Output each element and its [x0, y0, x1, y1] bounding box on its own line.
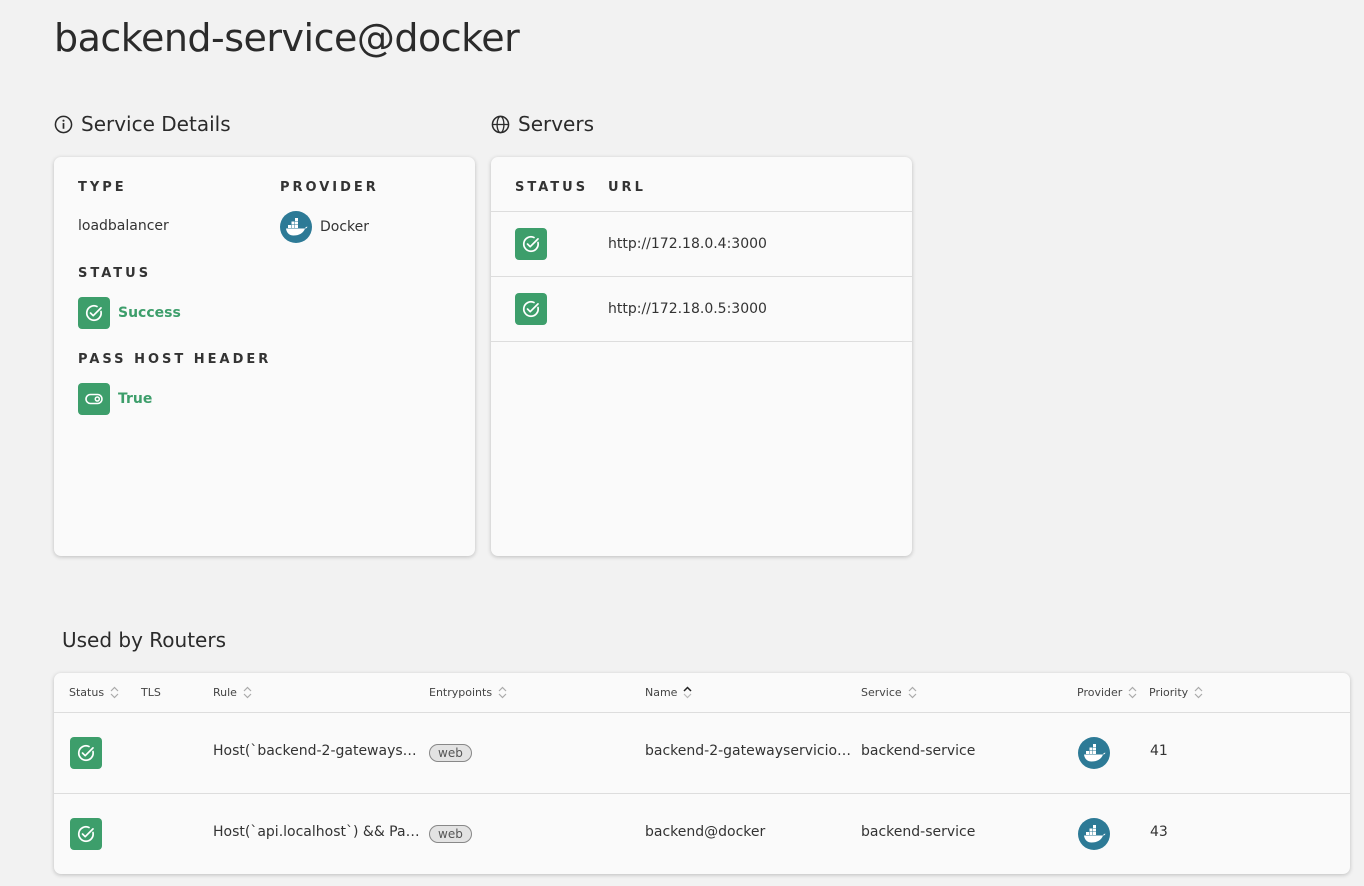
docker-icon — [1078, 818, 1110, 850]
column-entrypoints[interactable]: Entrypoints — [429, 686, 507, 699]
globe-icon — [491, 115, 510, 133]
type-value: loadbalancer — [78, 218, 169, 234]
routers-table-header: Status TLS Rule Entrypoints Name Service… — [54, 673, 1350, 713]
router-priority: 41 — [1150, 743, 1168, 759]
column-name-label: Name — [645, 686, 678, 699]
sort-icon — [498, 686, 507, 699]
check-circle-icon — [515, 293, 547, 325]
status-value: Success — [78, 297, 181, 329]
column-service-label: Service — [861, 686, 902, 699]
router-rule: Host(`api.localhost`) && Pa… — [213, 824, 420, 840]
server-row: http://172.18.0.4:3000 — [491, 212, 912, 277]
provider-value: Docker — [280, 211, 369, 243]
toggle-on-icon — [78, 383, 110, 415]
column-tls-label: TLS — [141, 686, 161, 699]
column-rule[interactable]: Rule — [213, 686, 252, 699]
column-provider[interactable]: Provider — [1077, 686, 1137, 699]
router-rule: Host(`backend-2-gateways… — [213, 743, 417, 759]
docker-icon — [280, 211, 312, 243]
router-row[interactable]: Host(`backend-2-gateways… web backend-2-… — [54, 713, 1350, 794]
sort-icon — [243, 686, 252, 699]
router-name: backend-2-gatewayservicio… — [645, 743, 852, 759]
column-name[interactable]: Name — [645, 686, 692, 699]
column-priority-label: Priority — [1149, 686, 1189, 699]
column-priority[interactable]: Priority — [1149, 686, 1203, 699]
column-provider-label: Provider — [1077, 686, 1123, 699]
sort-icon — [1128, 686, 1137, 699]
column-status-label: Status — [69, 686, 105, 699]
pass-host-header-text: True — [118, 391, 153, 407]
router-name: backend@docker — [645, 824, 766, 840]
column-service[interactable]: Service — [861, 686, 917, 699]
routers-heading: Used by Routers — [62, 628, 227, 652]
check-circle-icon — [515, 228, 547, 260]
column-tls: TLS — [141, 686, 161, 699]
router-service: backend-service — [861, 743, 976, 759]
pass-host-header-value: True — [78, 383, 152, 415]
pass-host-header-label: PASS HOST HEADER — [78, 352, 272, 367]
router-service: backend-service — [861, 824, 976, 840]
column-rule-label: Rule — [213, 686, 237, 699]
servers-table-header: STATUS URL — [491, 157, 912, 212]
entrypoint-chip: web — [429, 825, 472, 843]
info-icon — [54, 115, 73, 133]
server-url[interactable]: http://172.18.0.5:3000 — [608, 301, 767, 317]
router-row[interactable]: Host(`api.localhost`) && Pa… web backend… — [54, 794, 1350, 875]
sort-icon — [110, 686, 119, 699]
provider-label: PROVIDER — [280, 180, 379, 195]
check-circle-icon — [70, 737, 102, 769]
page-title: backend-service@docker — [54, 16, 520, 60]
router-priority: 43 — [1150, 824, 1168, 840]
type-label: TYPE — [78, 180, 127, 195]
service-details-heading: Service Details — [54, 112, 231, 136]
entrypoint-chip: web — [429, 744, 472, 762]
servers-status-header: STATUS — [515, 180, 589, 195]
column-status[interactable]: Status — [69, 686, 119, 699]
server-url[interactable]: http://172.18.0.4:3000 — [608, 236, 767, 252]
status-label: STATUS — [78, 266, 152, 281]
servers-url-header: URL — [608, 180, 646, 195]
check-circle-icon — [78, 297, 110, 329]
sort-icon — [908, 686, 917, 699]
service-details-card: TYPE loadbalancer PROVIDER Docker STATUS… — [54, 157, 475, 556]
sort-icon — [1194, 686, 1203, 699]
status-text: Success — [118, 305, 181, 321]
servers-heading: Servers — [491, 112, 594, 136]
docker-icon — [1078, 737, 1110, 769]
column-entrypoints-label: Entrypoints — [429, 686, 493, 699]
sort-ascending-icon — [683, 686, 692, 699]
service-details-title: Service Details — [81, 112, 231, 136]
check-circle-icon — [70, 818, 102, 850]
routers-table: Status TLS Rule Entrypoints Name Service… — [54, 673, 1350, 874]
provider-name: Docker — [320, 219, 370, 235]
servers-card: STATUS URL http://172.18.0.4:3000 http:/… — [491, 157, 912, 556]
server-row: http://172.18.0.5:3000 — [491, 277, 912, 342]
servers-title: Servers — [518, 112, 595, 136]
